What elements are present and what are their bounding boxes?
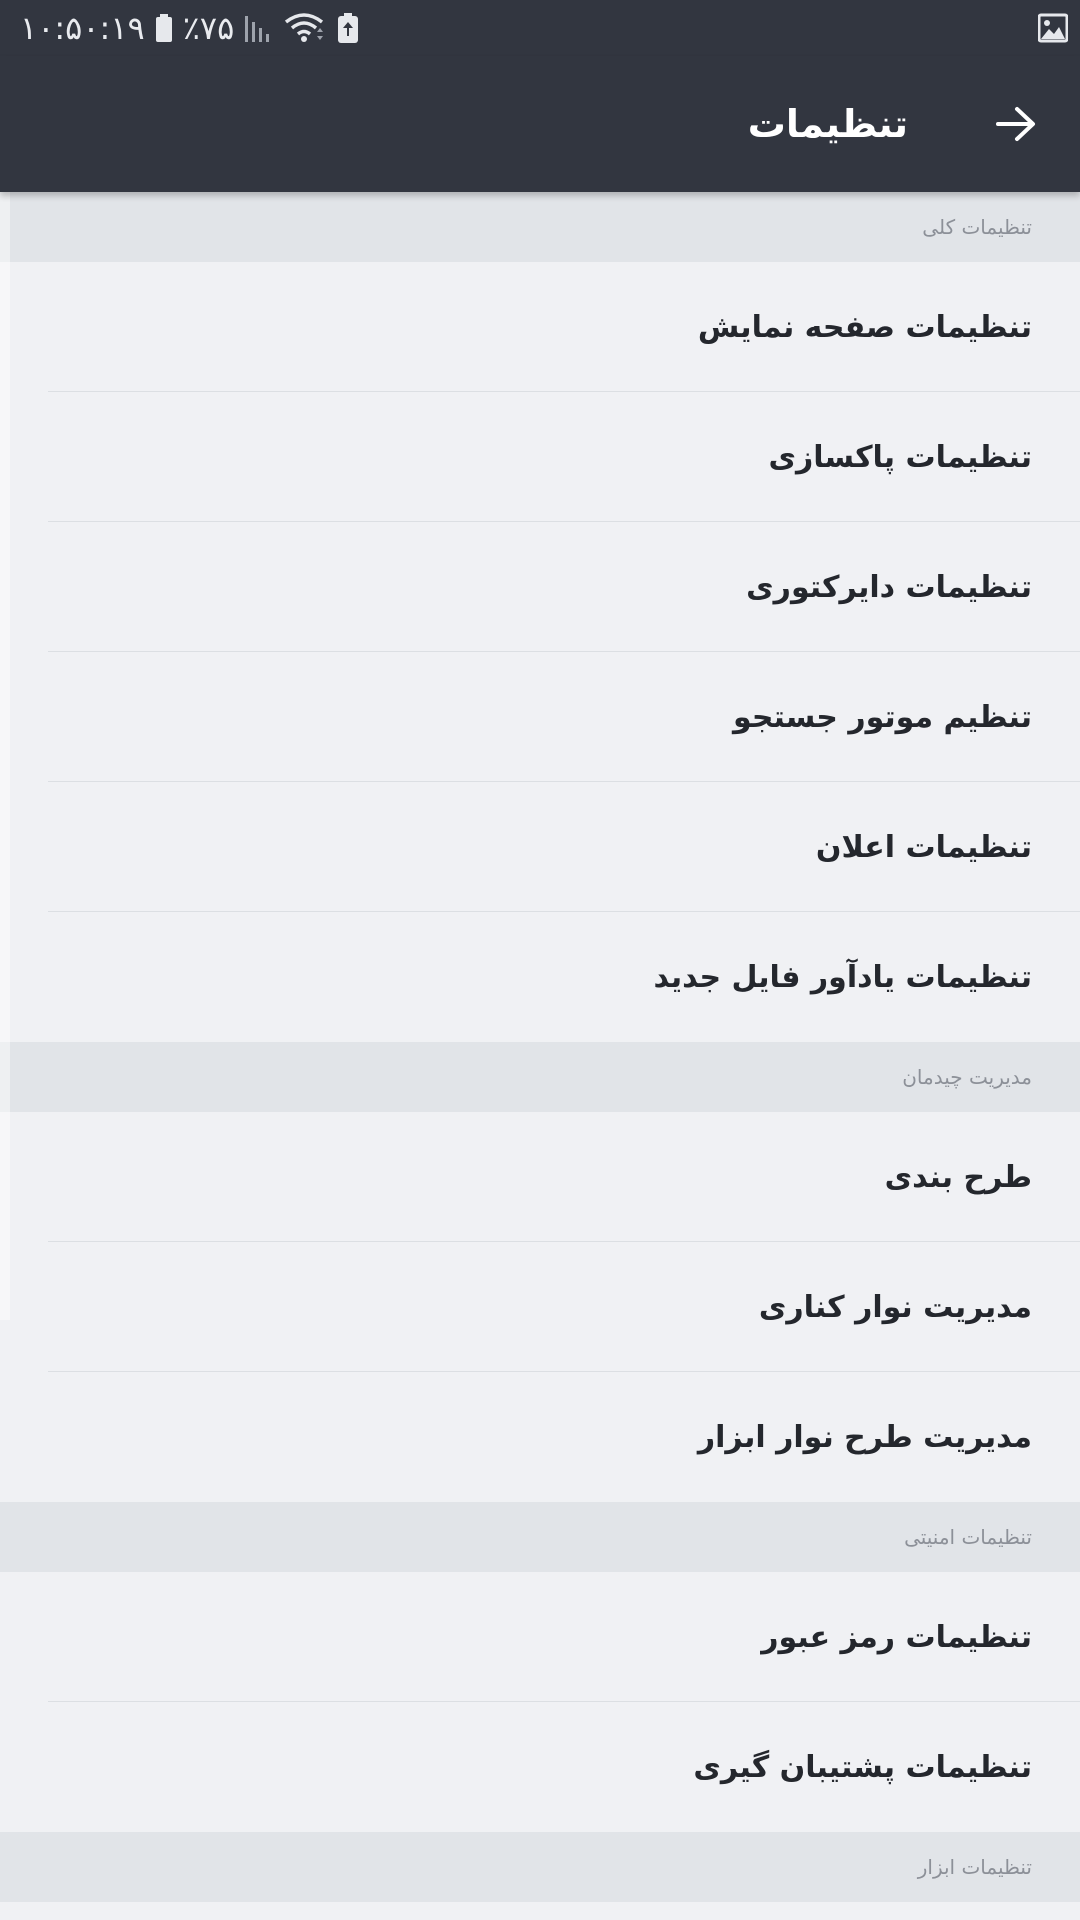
- page-title: تنظیمات: [747, 102, 908, 146]
- section-header-security: تنظیمات امنیتی: [0, 1502, 1080, 1572]
- section-header-general: تنظیمات کلی: [0, 192, 1080, 262]
- setting-new-file-reminder[interactable]: تنظیمات یادآور فایل جدید: [0, 912, 1080, 1042]
- setting-password[interactable]: تنظیمات رمز عبور: [0, 1572, 1080, 1702]
- setting-cleanup[interactable]: تنظیمات پاکسازی: [0, 392, 1080, 522]
- arrow-right-icon: [996, 107, 1035, 141]
- section-header-layout: مدیریت چیدمان: [0, 1042, 1080, 1112]
- status-left: ۱۰:۵۰:۱۹ ٪۷۵: [20, 0, 360, 56]
- wifi-icon: [284, 12, 326, 44]
- battery-percent: ٪۷۵: [182, 9, 235, 47]
- setting-search-engine[interactable]: تنظیم موتور جستجو: [0, 652, 1080, 782]
- section-header-tools: تنظیمات ابزار: [0, 1832, 1080, 1902]
- image-notification-icon: [1038, 13, 1068, 43]
- settings-screen: ۱۰:۵۰:۱۹ ٪۷۵ تنظیمات تنظیمات کلی تنظیمات…: [0, 0, 1080, 1920]
- setting-sidebar[interactable]: مدیریت نوار کناری: [0, 1242, 1080, 1372]
- setting-toolbar-layout[interactable]: مدیریت طرح نوار ابزار: [0, 1372, 1080, 1502]
- app-bar: تنظیمات: [0, 56, 1080, 192]
- back-button[interactable]: [986, 94, 1046, 154]
- battery-icon: [155, 14, 173, 42]
- status-right: [1038, 0, 1068, 56]
- setting-backup[interactable]: تنظیمات پشتیبان گیری: [0, 1702, 1080, 1832]
- signal-icon: [244, 14, 274, 42]
- settings-list: تنظیمات کلی تنظیمات صفحه نمایش تنظیمات پ…: [0, 192, 1080, 1902]
- battery-saver-icon: [336, 13, 360, 43]
- setting-layout[interactable]: طرح بندی: [0, 1112, 1080, 1242]
- setting-display[interactable]: تنظیمات صفحه نمایش: [0, 262, 1080, 392]
- status-time: ۱۰:۵۰:۱۹: [20, 9, 145, 47]
- status-bar: ۱۰:۵۰:۱۹ ٪۷۵: [0, 0, 1080, 56]
- setting-directory[interactable]: تنظیمات دایرکتوری: [0, 522, 1080, 652]
- setting-notification[interactable]: تنظیمات اعلان: [0, 782, 1080, 912]
